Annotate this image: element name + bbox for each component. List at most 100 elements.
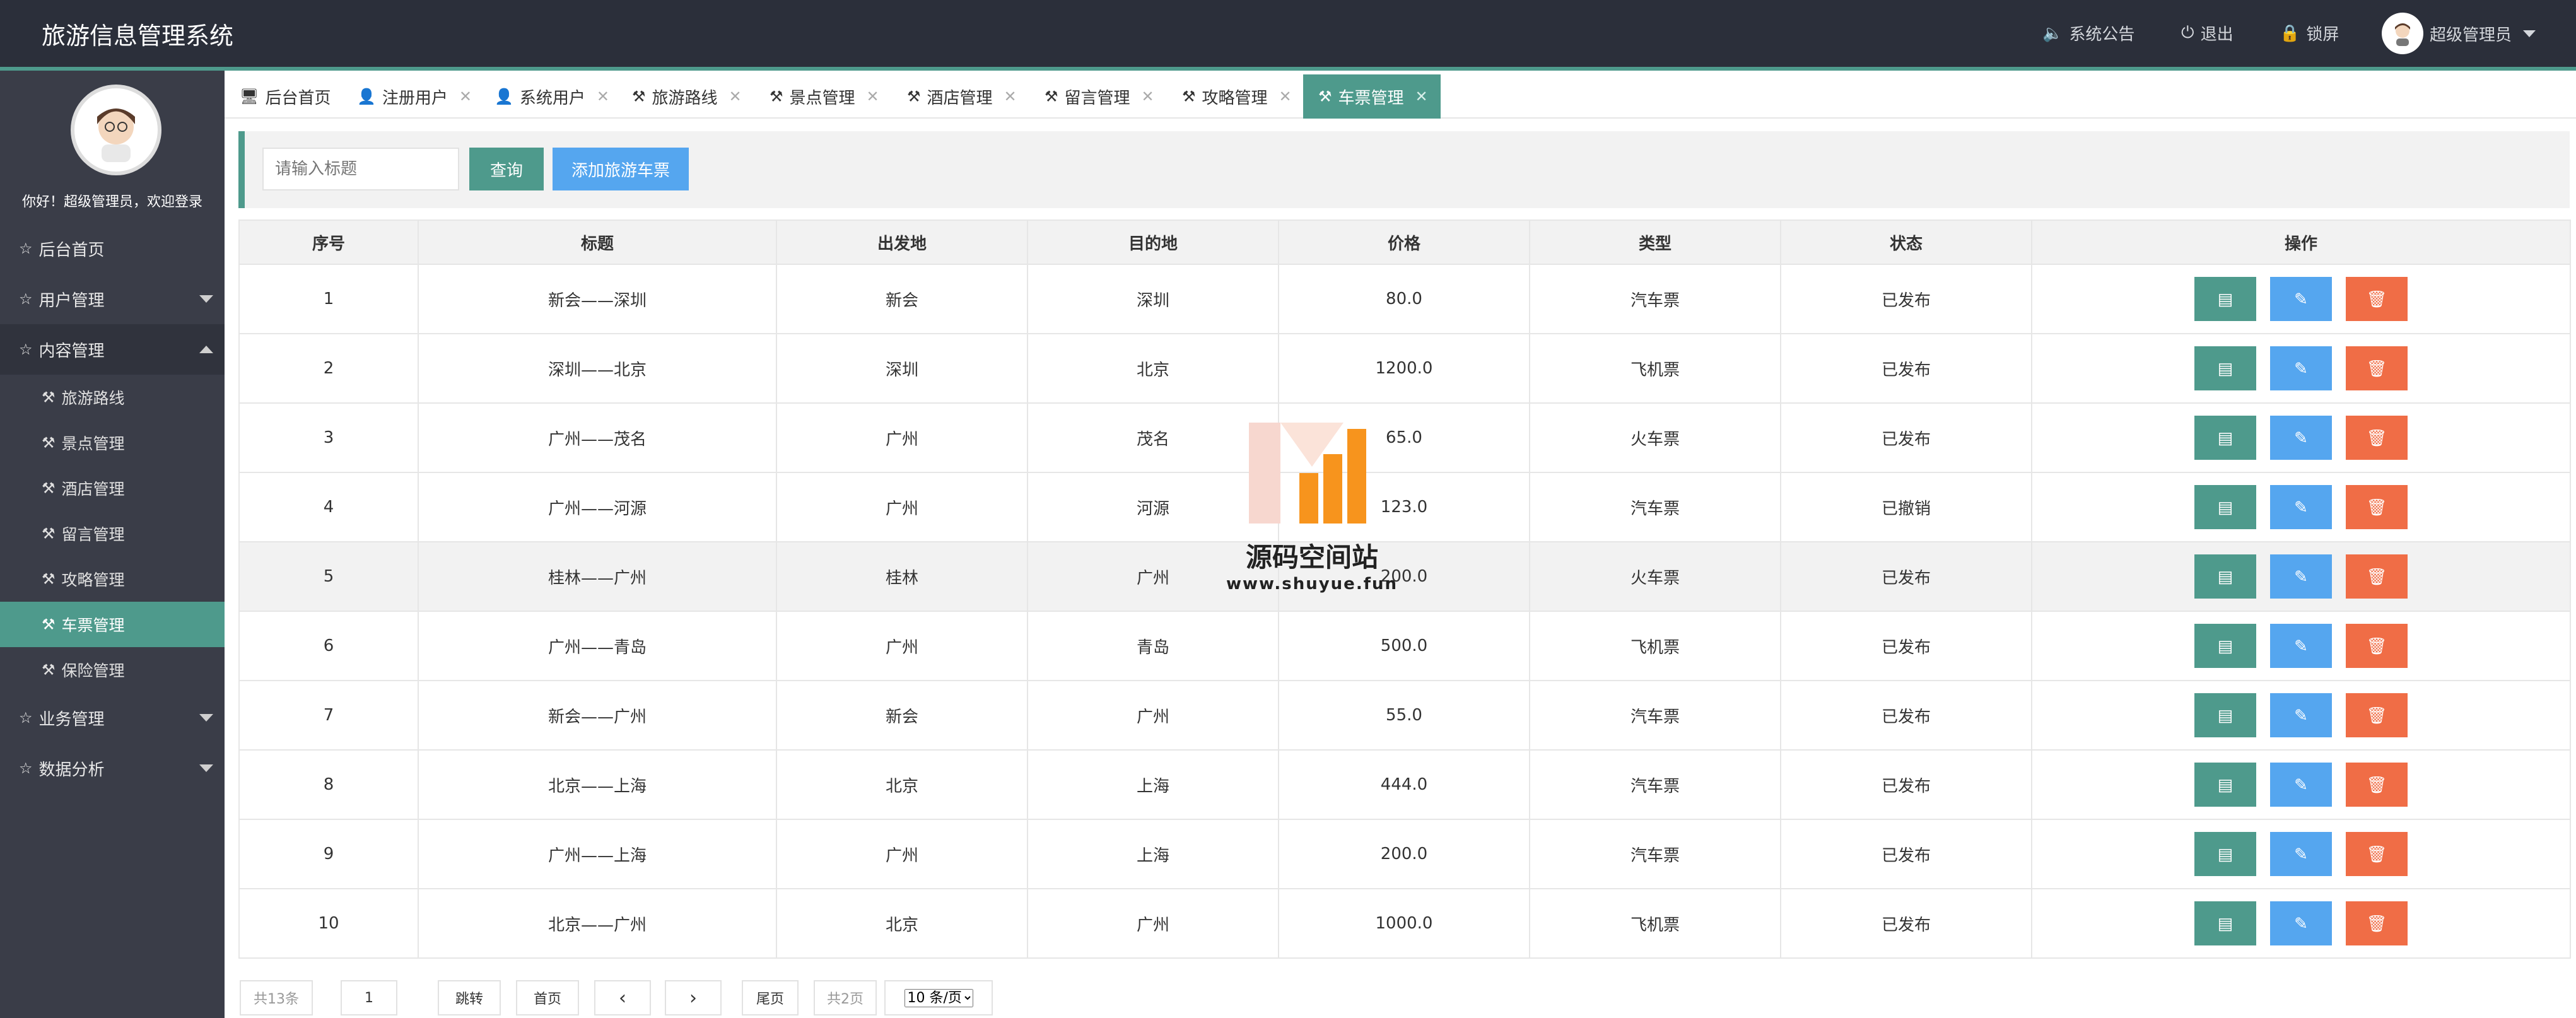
user-menu[interactable]: 超级管理员 xyxy=(2382,13,2536,54)
system-notice-button[interactable]: 🔈 系统公告 xyxy=(2042,21,2134,45)
edit-button[interactable]: ✎ xyxy=(2270,901,2332,945)
tab-routes[interactable]: ⚒ 旅游路线 ✕ xyxy=(617,74,742,119)
detail-button[interactable]: ▤ xyxy=(2194,693,2256,737)
sidebar-item-attractions[interactable]: ⚒ 景点管理 xyxy=(0,420,225,465)
first-page-button[interactable]: 首页 xyxy=(516,980,579,1015)
table-cell-actions: ▤ ✎ 🗑 xyxy=(2031,264,2571,334)
table-cell-actions: ▤ ✎ 🗑 xyxy=(2031,888,2571,959)
tab-guides[interactable]: ⚒ 攻略管理 ✕ xyxy=(1167,74,1292,119)
total-pages: 共2页 xyxy=(814,980,877,1015)
detail-button[interactable]: ▤ xyxy=(2194,277,2256,321)
edit-button[interactable]: ✎ xyxy=(2270,485,2332,529)
detail-button[interactable]: ▤ xyxy=(2194,346,2256,390)
edit-button[interactable]: ✎ xyxy=(2270,416,2332,460)
tab-label: 旅游路线 xyxy=(652,88,718,108)
sidebar-item-content-management[interactable]: ☆ 内容管理 xyxy=(0,324,225,375)
edit-button[interactable]: ✎ xyxy=(2270,832,2332,876)
delete-button[interactable]: 🗑 xyxy=(2346,693,2408,737)
sidebar-item-tickets[interactable]: ⚒ 车票管理 xyxy=(0,602,225,647)
add-ticket-button[interactable]: 添加旅游车票 xyxy=(553,148,689,190)
delete-button[interactable]: 🗑 xyxy=(2346,554,2408,599)
page-size-select[interactable]: 10 条/页 xyxy=(884,980,993,1015)
query-button[interactable]: 查询 xyxy=(469,148,544,190)
detail-button[interactable]: ▤ xyxy=(2194,416,2256,460)
delete-button[interactable]: 🗑 xyxy=(2346,832,2408,876)
delete-button[interactable]: 🗑 xyxy=(2346,416,2408,460)
sidebar-item-user-management[interactable]: ☆ 用户管理 xyxy=(0,274,225,324)
detail-button[interactable]: ▤ xyxy=(2194,901,2256,945)
close-icon[interactable]: ✕ xyxy=(1279,88,1292,105)
tab-tickets[interactable]: ⚒ 车票管理 ✕ xyxy=(1303,74,1441,119)
sidebar-item-home[interactable]: ☆ 后台首页 xyxy=(0,223,225,274)
table-cell-no: 5 xyxy=(238,541,419,612)
edit-button[interactable]: ✎ xyxy=(2270,346,2332,390)
tab-hotels[interactable]: ⚒ 酒店管理 ✕ xyxy=(892,74,1017,119)
delete-button[interactable]: 🗑 xyxy=(2346,624,2408,668)
close-icon[interactable]: ✕ xyxy=(867,88,879,105)
table-cell-actions: ▤ ✎ 🗑 xyxy=(2031,749,2571,820)
close-icon[interactable]: ✕ xyxy=(1415,88,1428,105)
close-icon[interactable]: ✕ xyxy=(459,88,472,105)
delete-button[interactable]: 🗑 xyxy=(2346,485,2408,529)
chevron-right-icon: › xyxy=(689,986,697,1009)
detail-button[interactable]: ▤ xyxy=(2194,624,2256,668)
tab-home[interactable]: 🖥 后台首页 xyxy=(225,74,331,119)
logout-button[interactable]: ⏻ 退出 xyxy=(2181,21,2234,45)
search-toolbar: 查询 添加旅游车票 xyxy=(238,131,2570,208)
sidebar-item-messages[interactable]: ⚒ 留言管理 xyxy=(0,511,225,556)
tab-attractions[interactable]: ⚒ 景点管理 ✕ xyxy=(754,74,879,119)
table-cell-status: 已发布 xyxy=(1780,333,2032,404)
sidebar-item-data-analysis[interactable]: ☆ 数据分析 xyxy=(0,743,225,793)
tools-icon: ⚒ xyxy=(1318,88,1332,105)
search-input[interactable] xyxy=(262,148,459,190)
star-icon: ☆ xyxy=(19,240,33,257)
close-icon[interactable]: ✕ xyxy=(729,88,742,105)
sidebar-nav: ☆ 后台首页 ☆ 用户管理 ☆ 内容管理 ⚒ 旅游路线 ⚒ 景点管理 ⚒ 酒店管… xyxy=(0,223,225,793)
edit-button[interactable]: ✎ xyxy=(2270,277,2332,321)
close-icon[interactable]: ✕ xyxy=(597,88,609,105)
delete-button[interactable]: 🗑 xyxy=(2346,901,2408,945)
delete-button[interactable]: 🗑 xyxy=(2346,763,2408,807)
table-cell-actions: ▤ ✎ 🗑 xyxy=(2031,472,2571,542)
detail-button[interactable]: ▤ xyxy=(2194,554,2256,599)
jump-button[interactable]: 跳转 xyxy=(438,980,501,1015)
edit-button[interactable]: ✎ xyxy=(2270,763,2332,807)
close-icon[interactable]: ✕ xyxy=(1004,88,1017,105)
table-cell-price: 200.0 xyxy=(1278,819,1530,889)
edit-button[interactable]: ✎ xyxy=(2270,624,2332,668)
prev-page-button[interactable]: ‹ xyxy=(594,980,651,1015)
star-icon: ☆ xyxy=(19,341,33,358)
sidebar-item-business-management[interactable]: ☆ 业务管理 xyxy=(0,693,225,743)
delete-button[interactable]: 🗑 xyxy=(2346,277,2408,321)
delete-button[interactable]: 🗑 xyxy=(2346,346,2408,390)
edit-button[interactable]: ✎ xyxy=(2270,554,2332,599)
sidebar-item-insurance[interactable]: ⚒ 保险管理 xyxy=(0,647,225,693)
last-page-button[interactable]: 尾页 xyxy=(742,980,799,1015)
sidebar-item-routes[interactable]: ⚒ 旅游路线 xyxy=(0,375,225,420)
column-header: 序号 xyxy=(238,219,419,265)
sidebar-item-label: 留言管理 xyxy=(61,525,125,544)
tools-icon: ⚒ xyxy=(632,88,646,105)
next-page-button[interactable]: › xyxy=(665,980,722,1015)
tools-icon: ⚒ xyxy=(42,570,56,588)
page-input[interactable]: 1 xyxy=(341,980,397,1015)
table-cell-to: 广州 xyxy=(1027,888,1279,959)
table-cell-from: 北京 xyxy=(776,888,1028,959)
detail-button[interactable]: ▤ xyxy=(2194,763,2256,807)
tab-system-users[interactable]: 👤 系统用户 ✕ xyxy=(479,74,609,119)
detail-button[interactable]: ▤ xyxy=(2194,485,2256,529)
trash-icon: 🗑 xyxy=(2366,289,2387,308)
close-icon[interactable]: ✕ xyxy=(1142,88,1154,105)
sidebar-item-hotels[interactable]: ⚒ 酒店管理 xyxy=(0,465,225,511)
table-cell-to: 上海 xyxy=(1027,749,1279,820)
sidebar-item-guides[interactable]: ⚒ 攻略管理 xyxy=(0,556,225,602)
tab-messages[interactable]: ⚒ 留言管理 ✕ xyxy=(1029,74,1154,119)
lock-screen-button[interactable]: 🔒 锁屏 xyxy=(2280,21,2339,45)
edit-button[interactable]: ✎ xyxy=(2270,693,2332,737)
row-actions: ▤ ✎ 🗑 xyxy=(2032,277,2570,321)
star-icon: ☆ xyxy=(19,709,33,727)
page-size-dropdown[interactable]: 10 条/页 xyxy=(904,988,973,1007)
table-cell-title: 新会——深圳 xyxy=(418,264,777,334)
tab-registered-users[interactable]: 👤 注册用户 ✕ xyxy=(342,74,472,119)
detail-button[interactable]: ▤ xyxy=(2194,832,2256,876)
